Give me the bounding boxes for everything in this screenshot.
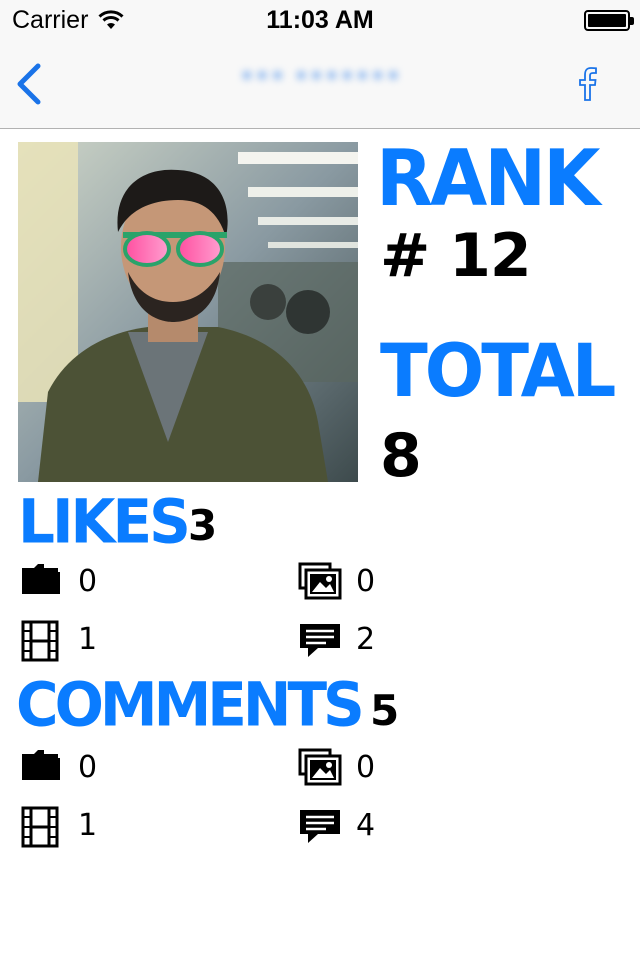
- film-icon: [21, 620, 59, 662]
- stat-value: 4: [356, 808, 376, 843]
- stat-value: 0: [78, 750, 98, 785]
- rank-label: RANK: [376, 133, 601, 224]
- stat-value: 1: [78, 622, 98, 657]
- status-bar: Carrier 11:03 AM: [0, 0, 640, 40]
- comment-icon: [300, 810, 340, 843]
- comments-label: COMMENTS: [16, 668, 365, 741]
- navigation-bar: ••• •••••••: [0, 40, 640, 129]
- profile-photo: [18, 142, 358, 482]
- photos-icon: [298, 748, 342, 786]
- stat-value: 0: [78, 564, 98, 599]
- comment-icon: [300, 624, 340, 657]
- photos-icon: [298, 562, 342, 600]
- facebook-icon: [579, 67, 597, 101]
- stat-value: 1: [78, 808, 98, 843]
- total-label: TOTAL: [380, 327, 616, 414]
- likes-count: 3: [188, 501, 217, 550]
- stat-value: 2: [356, 622, 376, 657]
- total-value: 8: [380, 421, 422, 491]
- chevron-left-icon: [17, 63, 41, 105]
- folder-icon: [22, 564, 60, 594]
- battery-icon: [584, 10, 634, 31]
- comments-count: 5: [370, 686, 399, 735]
- status-time: 11:03 AM: [266, 6, 374, 34]
- facebook-share-button[interactable]: [574, 60, 602, 108]
- stat-value: 0: [356, 750, 376, 785]
- likes-label: LIKES: [18, 485, 191, 558]
- back-button[interactable]: [12, 60, 52, 108]
- film-icon: [21, 806, 59, 848]
- stat-value: 0: [356, 564, 376, 599]
- rank-value: # 12: [380, 221, 532, 291]
- folder-icon: [22, 750, 60, 780]
- nav-title: ••• •••••••: [239, 62, 401, 92]
